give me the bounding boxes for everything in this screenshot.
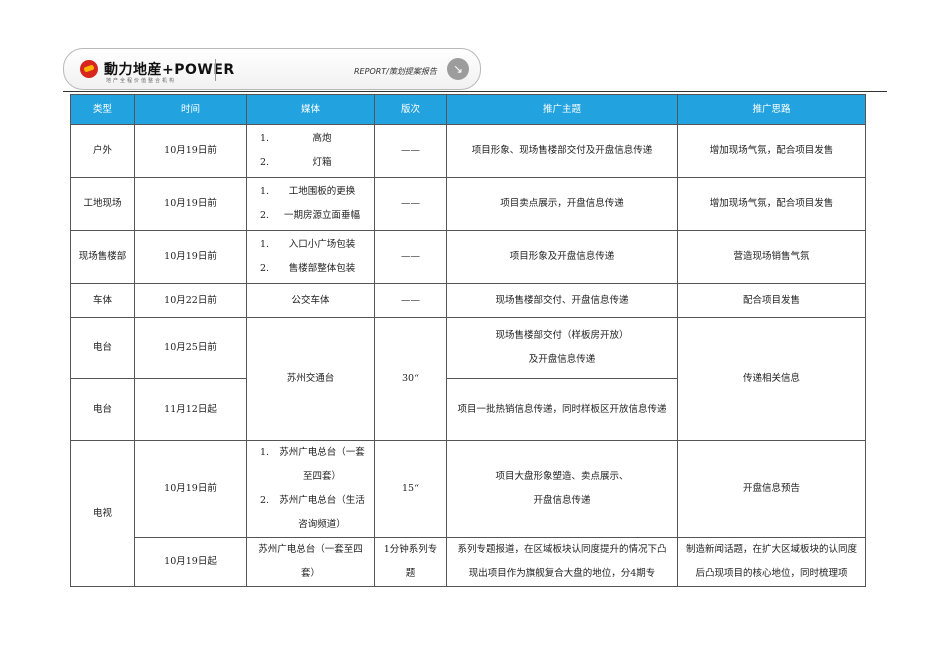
company-logo-icon [80,60,98,78]
cell-time: 10月19日起 [134,537,247,587]
table-header-row: 类型 时间 媒体 版次 推广主题 推广思路 [70,94,866,125]
column-header-edition: 版次 [374,94,447,125]
cell-idea: 制造新闻话题，在扩大区域板块的认同度后凸现项目的核心地位，同时梳理项 [677,537,866,587]
table-row: 现场售楼部 10月19日前 1. 入口小广场包装 2. 售楼部整体包装 —— 项目形… [70,230,866,284]
cell-theme: 项目卖点展示，开盘信息传递 [446,177,678,231]
cell-media: 苏州交通台 [246,317,375,441]
cell-theme: 项目大盘形象塑造、卖点展示、 开盘信息传递 [446,440,678,538]
cell-type: 电视 [70,440,135,587]
table-row: 10月19日起 苏州广电总台（一套至四套） 1分钟系列专题 系列专题报道，在区域… [71,537,866,587]
logo-divider [215,59,216,81]
cell-media: 1. 工地围板的更换 2. 一期房源立面垂幅 [246,177,375,231]
column-header-media: 媒体 [246,94,375,125]
table-row: 户外 10月19日前 1. 高炮 2. 灯箱 —— 项目形象、现场售楼部交付及开盘信… [70,124,866,178]
media-item: 2. 苏州广电总台（生活咨询频道） [259,495,365,530]
cell-idea: 营造现场销售气氛 [677,230,866,284]
theme-line: 现场售楼部交付（样板房开放） [495,330,629,341]
cell-media: 公交车体 [246,283,375,318]
media-item: 1. 入口小广场包装 [259,239,356,250]
cell-theme: 现场售楼部交付（样板房开放） 及开盘信息传递 [446,317,678,379]
cell-idea: 开盘信息预告 [677,440,866,538]
media-plan-table: 类型 时间 媒体 版次 推广主题 推广思路 户外 10月19日前 1. 高炮 2.… [70,94,866,587]
header-banner: 動力地産+POWER 地产全程价值整合机构 REPORT/策划提案报告 ↘ [63,48,481,90]
cell-time: 10月19日前 [134,177,247,231]
theme-line: 开盘信息传递 [533,495,591,506]
arrow-down-right-icon[interactable]: ↘ [447,58,469,80]
cell-edition: 15“ [374,440,447,538]
cell-type: 户外 [70,124,135,178]
cell-type: 现场售楼部 [70,230,135,284]
cell-type: 电台 [70,317,135,379]
logo-subtext: 地产全程价值整合机构 [106,78,177,84]
cell-theme: 系列专题报道，在区域板块认同度提升的情况下凸现出项目作为旗舰复合大盘的地位，分4… [446,537,678,587]
media-item: 2. 一期房源立面垂幅 [259,210,360,221]
cell-time: 10月19日前 [134,230,247,284]
cell-theme: 项目形象及开盘信息传递 [446,230,678,284]
table-row: 电视 10月19日前 1. 苏州广电总台（一套至四套） 2. 苏州广电总台（生活咨询… [70,440,866,587]
column-header-time: 时间 [134,94,247,125]
cell-media: 1. 高炮 2. 灯箱 [246,124,375,178]
table-row: 工地现场 10月19日前 1. 工地围板的更换 2. 一期房源立面垂幅 —— 项目卖… [70,177,866,231]
media-item: 1. 苏州广电总台（一套至四套） [259,447,365,482]
cell-type: 电台 [70,378,135,441]
table-row: 车体 10月22日前 公交车体 —— 现场售楼部交付、开盘信息传递 配合项目发售 [70,283,866,318]
column-header-type: 类型 [70,94,135,125]
cell-idea: 增加现场气氛，配合项目发售 [677,124,866,178]
media-item: 1. 高炮 [259,133,332,144]
cell-edition: —— [374,230,447,284]
header-divider [63,91,887,92]
cell-edition: 1分钟系列专题 [374,537,447,587]
cell-time: 11月12日起 [134,378,247,441]
cell-time: 10月19日前 [134,440,247,538]
cell-idea: 增加现场气氛，配合项目发售 [677,177,866,231]
cell-type: 车体 [70,283,135,318]
column-header-idea: 推广思路 [677,94,866,125]
cell-media: 1. 苏州广电总台（一套至四套） 2. 苏州广电总台（生活咨询频道） [246,440,375,538]
cell-time: 10月25日前 [134,317,247,379]
cell-time: 10月19日前 [134,124,247,178]
cell-edition: —— [374,177,447,231]
cell-idea: 配合项目发售 [677,283,866,318]
cell-time: 10月22日前 [134,283,247,318]
cell-theme: 项目形象、现场售楼部交付及开盘信息传递 [446,124,678,178]
cell-theme: 项目一批热销信息传递，同时样板区开放信息传递 [446,378,678,441]
media-item: 1. 工地围板的更换 [259,186,356,197]
media-item: 2. 售楼部整体包装 [259,263,356,274]
theme-line: 项目大盘形象塑造、卖点展示、 [495,471,629,482]
cell-media: 1. 入口小广场包装 2. 售楼部整体包装 [246,230,375,284]
cell-type: 工地现场 [70,177,135,231]
cell-edition: 30“ [374,317,447,441]
cell-edition: —— [374,283,447,318]
media-item: 2. 灯箱 [259,157,332,168]
table-row: 电台 10月25日前 苏州交通台 30“ 现场售楼部交付（样板房开放） 及开盘信… [70,317,866,441]
cell-idea: 传递相关信息 [677,317,866,441]
cell-edition: —— [374,124,447,178]
cell-media: 苏州广电总台（一套至四套） [246,537,375,587]
theme-line: 及开盘信息传递 [528,354,596,365]
cell-theme: 现场售楼部交付、开盘信息传递 [446,283,678,318]
report-label: REPORT/策划提案报告 [354,67,437,76]
column-header-theme: 推广主题 [446,94,678,125]
